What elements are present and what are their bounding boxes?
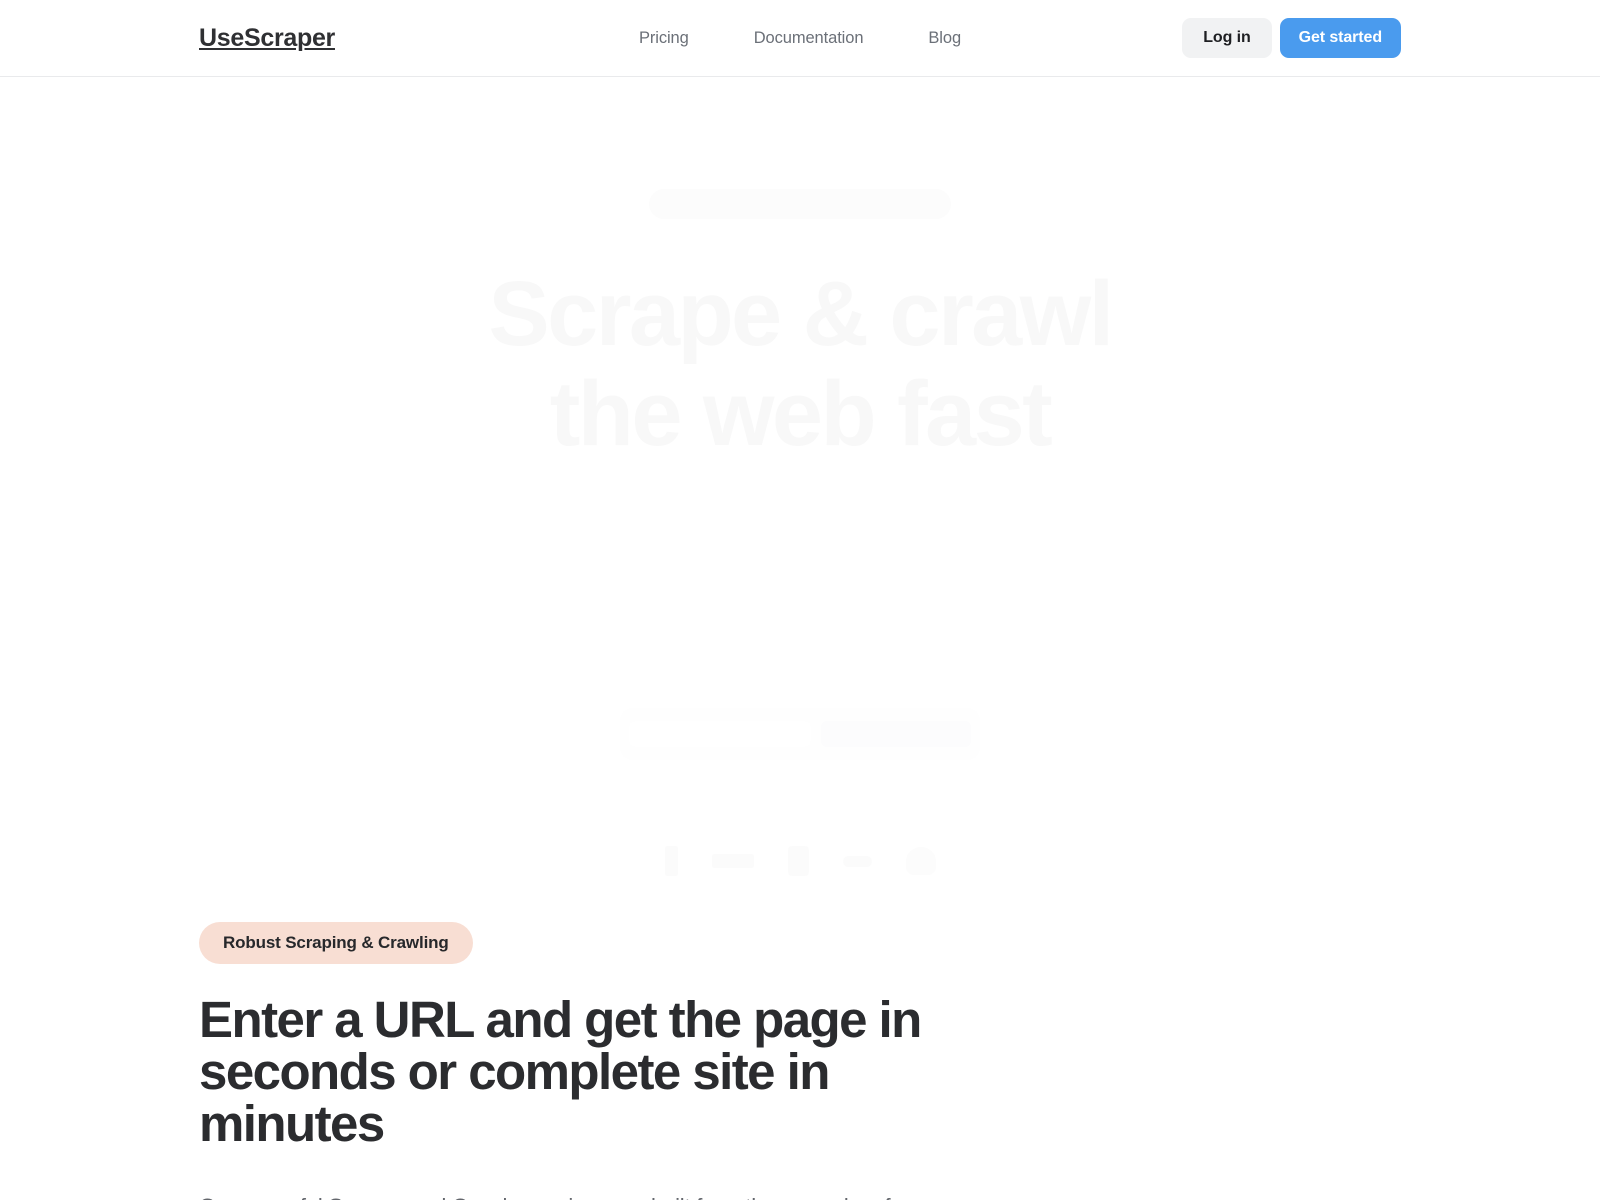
hero-url-input[interactable] [629,721,811,747]
nav-item-pricing[interactable]: Pricing [639,29,689,48]
feature-body-line-1: Our powerful Scraper and Crawler engines… [199,1194,910,1200]
get-started-button[interactable]: Get started [1279,18,1401,58]
feature-title-line-2: seconds or complete site in minutes [199,1043,830,1152]
nav-item-blog[interactable]: Blog [928,29,961,48]
hero-section: Scrape & crawl the web fast [0,77,1600,922]
hero-title-line-2: the web fast [550,363,1050,465]
hero-submit-button[interactable] [821,721,971,747]
hero-logo-row [665,844,936,878]
feature-title-line-1: Enter a URL and get the page in [199,991,922,1048]
partner-logo-5-icon [906,847,936,875]
hero-badge [649,189,951,219]
hero-subtitle [797,502,803,666]
login-button[interactable]: Log in [1182,18,1272,58]
hero-cta-card [620,708,980,760]
feature-title: Enter a URL and get the page in seconds … [199,994,979,1150]
feature-section: Robust Scraping & Crawling Enter a URL a… [0,922,1600,1200]
brand-logo[interactable]: UseScraper [199,24,335,53]
feature-badge: Robust Scraping & Crawling [199,922,473,964]
partner-logo-3-icon [788,846,809,876]
hero-title-line-1: Scrape & crawl [488,263,1111,365]
partner-logo-2-icon [712,854,754,868]
hero-title: Scrape & crawl the web fast [488,264,1111,464]
feature-body: Our powerful Scraper and Crawler engines… [199,1186,959,1200]
nav-item-documentation[interactable]: Documentation [754,29,864,48]
header-actions: Log in Get started [1182,18,1401,58]
partner-logo-1-icon [665,846,678,876]
partner-logo-4-icon [843,856,872,867]
site-header: UseScraper Pricing Documentation Blog Lo… [0,0,1600,77]
